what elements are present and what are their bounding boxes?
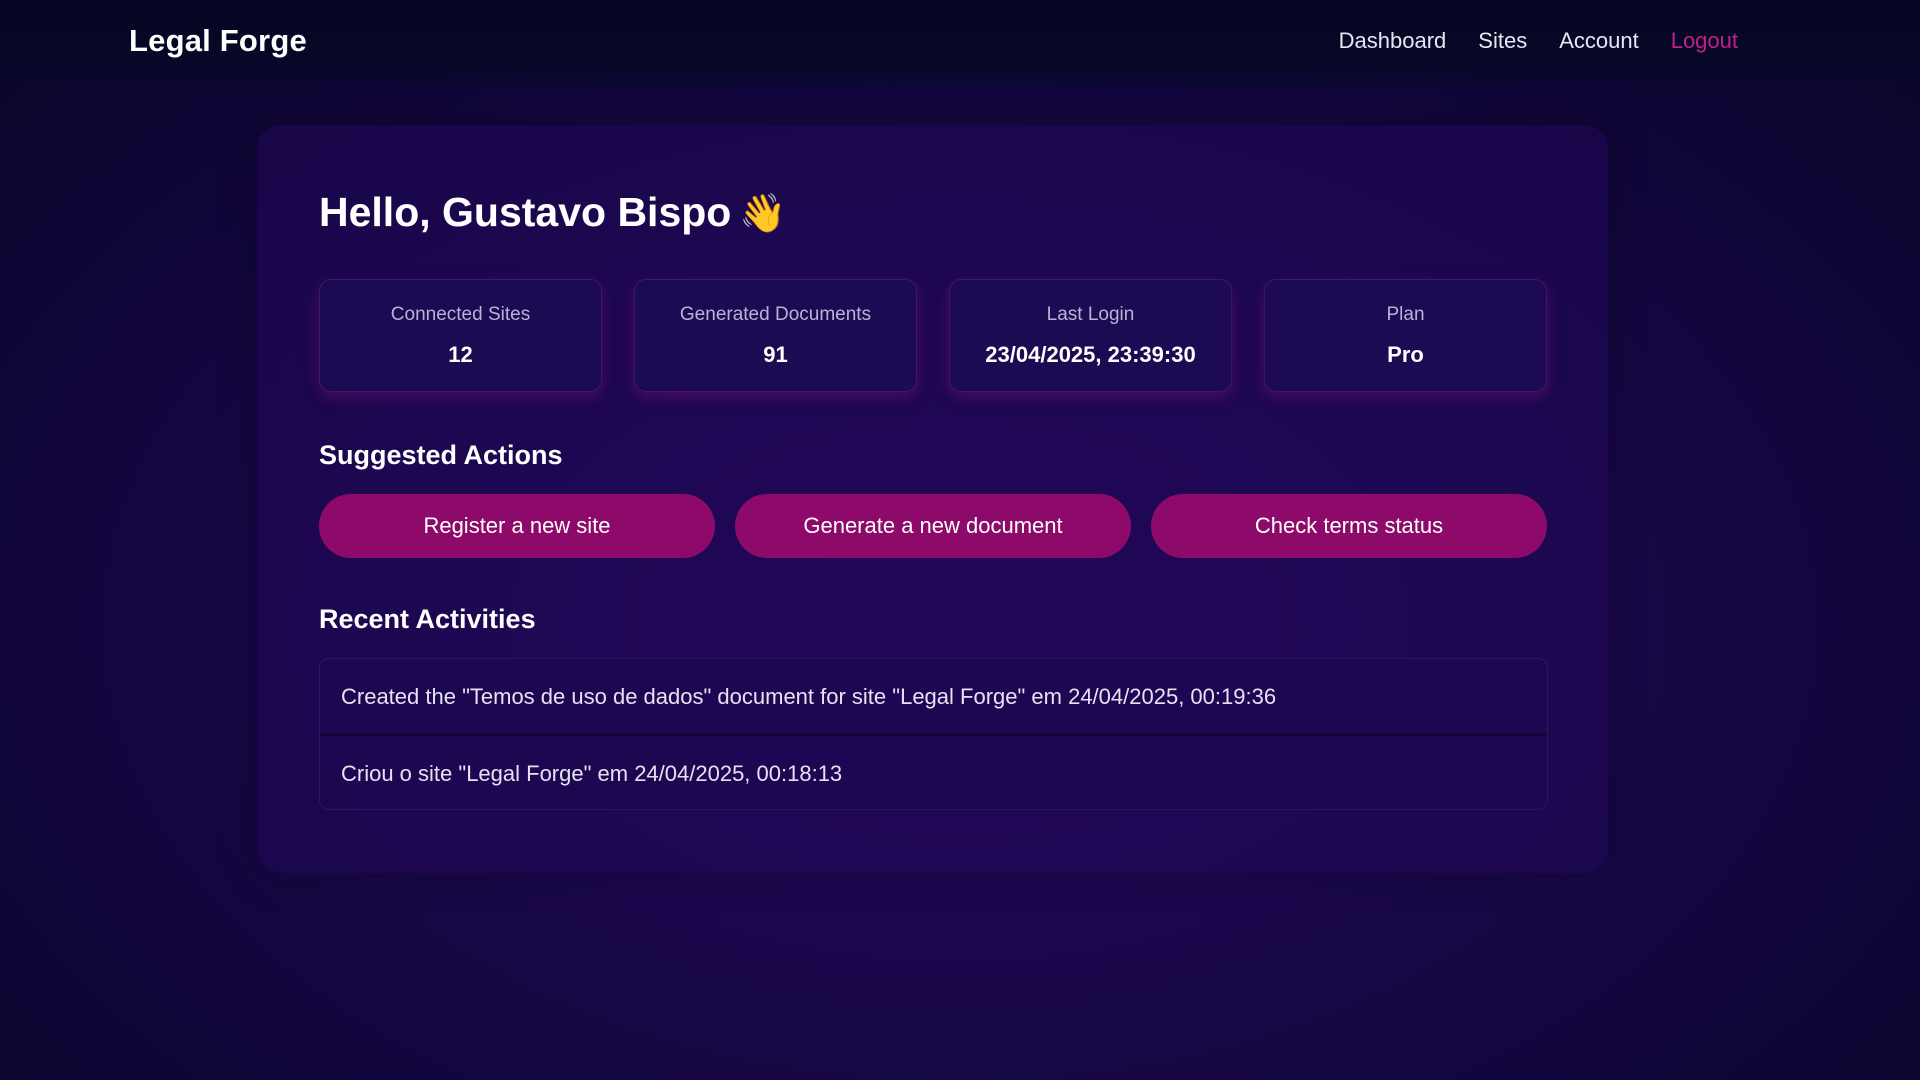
- stat-value: Pro: [1387, 342, 1424, 367]
- recent-activities-title: Recent Activities: [319, 604, 536, 634]
- nav-sites[interactable]: Sites: [1478, 28, 1527, 54]
- stat-label: Generated Documents: [679, 304, 872, 325]
- main-nav: Dashboard Sites Account Logout: [1339, 28, 1738, 54]
- stat-value: 12: [448, 342, 473, 367]
- nav-logout[interactable]: Logout: [1671, 28, 1738, 54]
- generate-document-button[interactable]: Generate a new document: [735, 494, 1131, 558]
- stat-generated-documents: Generated Documents 91: [634, 279, 917, 392]
- dashboard-card: Hello, Gustavo Bispo 👋 Connected Sites 12…: [257, 125, 1608, 873]
- greeting-text: Hello, Gustavo Bispo: [319, 189, 732, 235]
- stat-label: Plan: [1386, 304, 1425, 325]
- stat-label: Connected Sites: [390, 304, 531, 325]
- page-title: Hello, Gustavo Bispo 👋: [319, 189, 787, 236]
- stat-connected-sites: Connected Sites 12: [319, 279, 602, 392]
- waving-hand-icon: 👋: [739, 193, 787, 235]
- suggested-actions-title: Suggested Actions: [319, 440, 563, 470]
- stat-value: 91: [763, 342, 788, 367]
- activity-list: Created the "Temos de uso de dados" docu…: [319, 658, 1548, 810]
- suggested-actions: Register a new site Generate a new docum…: [319, 494, 1547, 558]
- stats-row: Connected Sites 12 Generated Documents 9…: [319, 279, 1547, 392]
- stat-last-login: Last Login 23/04/2025, 23:39:30: [949, 279, 1232, 392]
- nav-account[interactable]: Account: [1559, 28, 1639, 54]
- stat-label: Last Login: [1046, 304, 1135, 325]
- stat-plan: Plan Pro: [1264, 279, 1547, 392]
- check-terms-button[interactable]: Check terms status: [1151, 494, 1547, 558]
- list-item: Criou o site "Legal Forge" em 24/04/2025…: [320, 734, 1547, 809]
- nav-dashboard[interactable]: Dashboard: [1339, 28, 1447, 54]
- top-navbar: Legal Forge Dashboard Sites Account Logo…: [0, 0, 1920, 86]
- stat-value: 23/04/2025, 23:39:30: [985, 342, 1196, 367]
- brand-logo[interactable]: Legal Forge: [129, 23, 307, 59]
- register-site-button[interactable]: Register a new site: [319, 494, 715, 558]
- list-item: Created the "Temos de uso de dados" docu…: [320, 659, 1547, 734]
